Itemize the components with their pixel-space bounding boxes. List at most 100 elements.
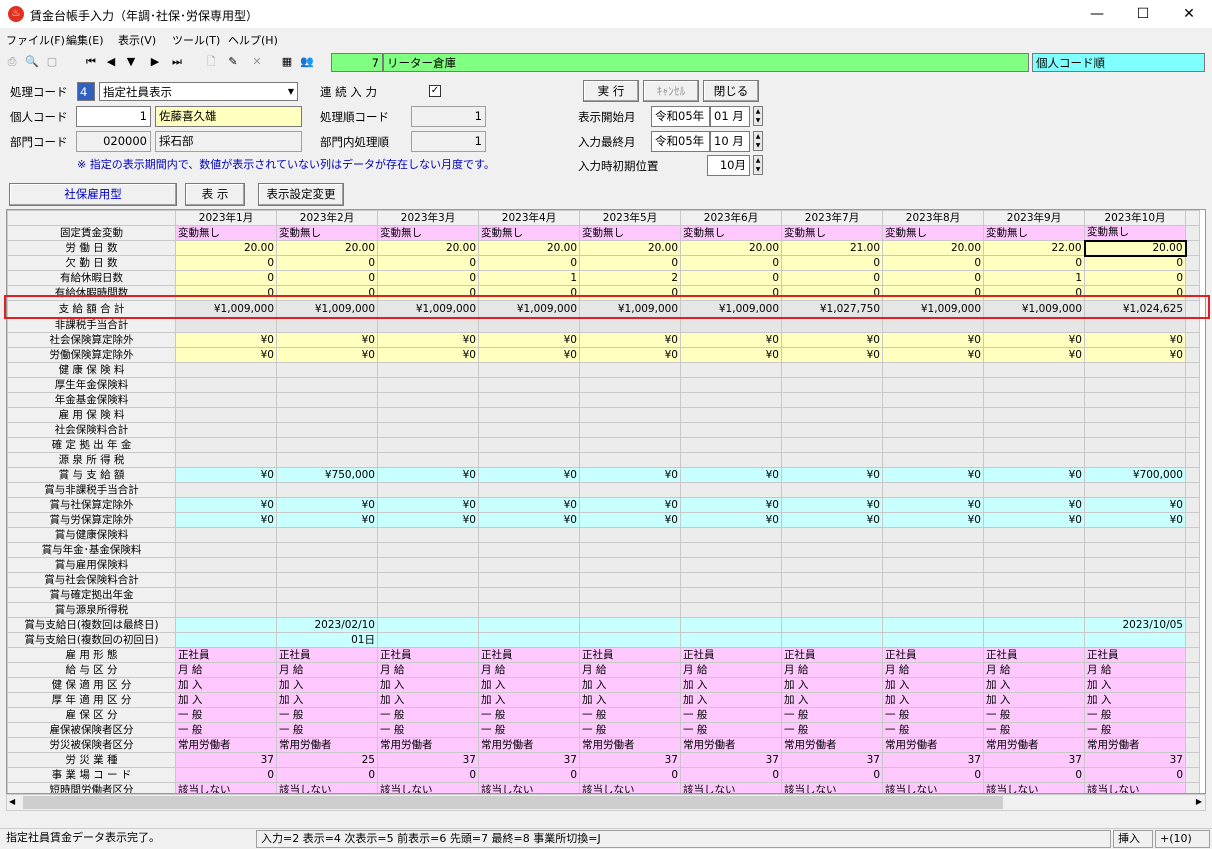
table-cell[interactable] (1084, 572, 1186, 588)
table-cell[interactable]: 加 入 (781, 677, 883, 693)
table-cell[interactable]: 一 般 (781, 722, 883, 738)
table-cell[interactable]: ¥0 (579, 347, 681, 363)
table-cell[interactable]: 加 入 (1084, 692, 1186, 708)
person-code-field[interactable]: 1 (76, 106, 151, 127)
table-cell[interactable] (175, 422, 277, 438)
table-cell[interactable] (882, 632, 984, 648)
prev-page-icon[interactable]: ◀ (102, 53, 120, 71)
table-cell[interactable] (276, 437, 378, 453)
process-select[interactable]: 指定社員表示 ▼ (99, 82, 298, 101)
table-cell[interactable] (882, 317, 984, 333)
table-cell[interactable] (175, 542, 277, 558)
table-cell[interactable] (781, 572, 883, 588)
start-month-spinner[interactable]: ▲ ▼ (753, 106, 763, 126)
table-cell[interactable]: ¥0 (882, 512, 984, 528)
table-cell[interactable] (882, 587, 984, 603)
table-cell[interactable] (1084, 542, 1186, 558)
table-cell[interactable]: 加 入 (377, 677, 479, 693)
table-cell[interactable] (478, 392, 580, 408)
table-cell[interactable] (1084, 377, 1186, 393)
menu-file[interactable]: ファイル(F) (6, 32, 65, 48)
table-cell[interactable]: 該当しない (680, 782, 782, 793)
table-cell[interactable]: ¥0 (680, 347, 782, 363)
table-cell[interactable] (276, 602, 378, 618)
table-cell[interactable]: 加 入 (882, 677, 984, 693)
table-cell[interactable]: 月 給 (377, 662, 479, 678)
table-cell[interactable]: 一 般 (781, 707, 883, 723)
table-cell[interactable] (680, 422, 782, 438)
table-cell[interactable] (680, 482, 782, 498)
table-cell[interactable]: ¥0 (579, 332, 681, 348)
table-cell[interactable]: 常用労働者 (882, 737, 984, 753)
table-cell[interactable] (781, 452, 883, 468)
table-cell[interactable]: 0 (781, 270, 883, 286)
table-cell[interactable]: 正社員 (579, 647, 681, 663)
table-cell[interactable] (680, 527, 782, 543)
table-cell[interactable]: 変動無し (882, 225, 984, 241)
table-cell[interactable] (478, 542, 580, 558)
table-cell[interactable]: 37 (175, 752, 277, 768)
table-cell[interactable]: 37 (478, 752, 580, 768)
table-cell[interactable]: 37 (579, 752, 681, 768)
table-cell[interactable] (983, 422, 1085, 438)
table-cell[interactable] (1084, 422, 1186, 438)
table-cell[interactable] (478, 437, 580, 453)
table-cell[interactable]: ¥0 (983, 347, 1085, 363)
table-cell[interactable] (377, 392, 479, 408)
table-cell[interactable] (680, 632, 782, 648)
table-cell[interactable]: 変動無し (377, 225, 479, 241)
table-cell[interactable]: 該当しない (579, 782, 681, 793)
table-cell[interactable]: ¥0 (983, 512, 1085, 528)
table-cell[interactable]: 変動無し (680, 225, 782, 241)
table-cell[interactable]: 25 (276, 752, 378, 768)
table-cell[interactable]: ¥0 (579, 512, 681, 528)
table-cell[interactable] (579, 632, 681, 648)
table-cell[interactable]: ¥0 (1084, 347, 1186, 363)
table-cell[interactable]: 一 般 (175, 722, 277, 738)
table-cell[interactable] (579, 452, 681, 468)
table-cell[interactable]: ¥0 (983, 497, 1085, 513)
table-cell[interactable]: 変動無し (276, 225, 378, 241)
table-cell[interactable] (478, 407, 580, 423)
table-cell[interactable] (983, 392, 1085, 408)
table-cell[interactable] (680, 587, 782, 603)
table-cell[interactable]: 加 入 (276, 692, 378, 708)
table-cell[interactable]: ¥0 (781, 497, 883, 513)
table-cell[interactable] (579, 422, 681, 438)
table-cell[interactable]: 0 (680, 255, 782, 271)
table-cell[interactable]: 常用労働者 (276, 737, 378, 753)
init-pos-spinner[interactable]: ▲ ▼ (753, 155, 763, 175)
table-cell[interactable]: ¥0 (680, 497, 782, 513)
table-cell[interactable] (276, 362, 378, 378)
table-cell[interactable]: 正社員 (276, 647, 378, 663)
table-cell[interactable] (377, 572, 479, 588)
table-cell[interactable]: 01日 (276, 632, 378, 648)
table-cell[interactable]: 0 (377, 767, 479, 783)
table-cell[interactable] (781, 527, 883, 543)
table-cell[interactable]: ¥0 (478, 497, 580, 513)
table-cell[interactable]: 該当しない (478, 782, 580, 793)
table-cell[interactable] (1084, 632, 1186, 648)
table-cell[interactable] (175, 452, 277, 468)
table-cell[interactable] (882, 392, 984, 408)
table-cell[interactable]: ¥0 (175, 497, 277, 513)
table-cell[interactable]: ¥700,000 (1084, 467, 1186, 483)
table-cell[interactable]: 正社員 (478, 647, 580, 663)
table-cell[interactable] (579, 572, 681, 588)
table-cell[interactable]: ¥0 (377, 332, 479, 348)
table-cell[interactable] (781, 317, 883, 333)
table-cell[interactable]: 該当しない (983, 782, 1085, 793)
table-cell[interactable]: 0 (781, 767, 883, 783)
table-cell[interactable]: ¥0 (781, 332, 883, 348)
table-cell[interactable] (1084, 437, 1186, 453)
table-cell[interactable] (478, 362, 580, 378)
table-cell[interactable] (680, 557, 782, 573)
table-cell[interactable]: 37 (680, 752, 782, 768)
table-cell[interactable] (579, 602, 681, 618)
table-cell[interactable]: 20.00 (276, 240, 378, 256)
table-cell[interactable] (276, 422, 378, 438)
table-cell[interactable] (579, 542, 681, 558)
table-cell[interactable] (478, 632, 580, 648)
table-cell[interactable]: 2023/10/05 (1084, 617, 1186, 633)
table-cell[interactable]: 0 (882, 767, 984, 783)
